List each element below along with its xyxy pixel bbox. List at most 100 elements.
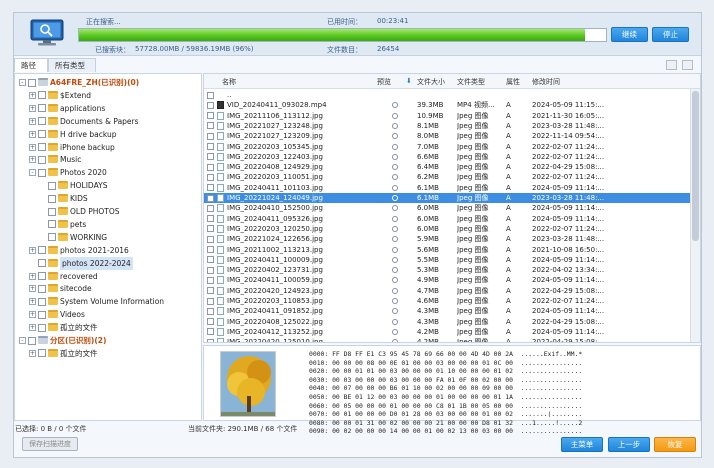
tree-checkbox[interactable] bbox=[38, 310, 46, 319]
file-checkbox[interactable] bbox=[207, 318, 214, 326]
tree-checkbox[interactable] bbox=[38, 130, 46, 139]
tree-checkbox[interactable] bbox=[38, 272, 46, 280]
tree-node[interactable]: + iPhone backup bbox=[15, 141, 201, 154]
file-row[interactable]: IMG_20240411_100009.jpg 5.5MB Jpeg 图像 A 2024… bbox=[204, 255, 690, 265]
tree-node[interactable]: + System Volume Information bbox=[15, 295, 201, 308]
expand-icon[interactable]: + bbox=[29, 311, 36, 319]
file-row[interactable]: IMG_20221024_122656.jpg 5.9MB Jpeg 图像 A 2023… bbox=[204, 234, 690, 244]
file-list-scrollbar[interactable] bbox=[690, 89, 700, 342]
file-row[interactable]: .. bbox=[204, 90, 690, 100]
expand-icon[interactable]: + bbox=[29, 272, 36, 280]
file-checkbox[interactable] bbox=[207, 153, 214, 161]
file-checkbox[interactable] bbox=[207, 225, 214, 233]
file-row[interactable]: IMG_20240412_113252.jpg 4.2MB Jpeg 图像 A 2024… bbox=[204, 327, 690, 337]
preview-magnifier-icon[interactable] bbox=[392, 339, 398, 342]
tree-checkbox[interactable] bbox=[38, 259, 46, 268]
tree-checkbox[interactable] bbox=[28, 336, 36, 345]
file-checkbox[interactable] bbox=[207, 246, 214, 253]
file-row[interactable]: IMG_20240411_100059.jpg 4.9MB Jpeg 图像 A 2024… bbox=[204, 275, 690, 285]
preview-magnifier-icon[interactable] bbox=[392, 236, 398, 243]
tree-node[interactable]: + photos 2021-2016 bbox=[15, 244, 201, 257]
tab-path[interactable]: 路径 bbox=[14, 58, 48, 72]
file-checkbox[interactable] bbox=[207, 266, 214, 274]
tree-node[interactable]: - A64FRE_ZH(已识别)(0) bbox=[15, 76, 201, 89]
file-row[interactable]: IMG_20220203_122403.jpg 6.6MB Jpeg 图像 A 2022… bbox=[204, 152, 690, 162]
back-button[interactable]: 上一步 bbox=[608, 437, 650, 452]
file-checkbox[interactable] bbox=[207, 173, 214, 181]
file-checkbox[interactable] bbox=[207, 235, 214, 243]
preview-magnifier-icon[interactable] bbox=[392, 308, 398, 315]
tree-node[interactable]: OLD PHOTOS bbox=[15, 205, 201, 218]
list-view-icon[interactable] bbox=[682, 60, 693, 70]
file-row[interactable]: VID_20240411_093028.mp4 39.3MB MP4 视频... A 2… bbox=[204, 100, 690, 110]
tree-checkbox[interactable] bbox=[28, 78, 36, 87]
preview-magnifier-icon[interactable] bbox=[392, 256, 398, 263]
file-row[interactable]: IMG_20220203_120250.jpg 6.0MB Jpeg 图像 A 2022… bbox=[204, 224, 690, 234]
tree-checkbox[interactable] bbox=[38, 323, 46, 332]
preview-magnifier-icon[interactable] bbox=[392, 153, 398, 160]
preview-magnifier-icon[interactable] bbox=[392, 267, 398, 274]
file-row[interactable]: IMG_20221027_123209.jpg 8.0MB Jpeg 图像 A 2022… bbox=[204, 131, 690, 141]
save-scan-progress-button[interactable]: 保存扫描进度 bbox=[22, 437, 78, 451]
preview-magnifier-icon[interactable] bbox=[392, 246, 398, 253]
preview-magnifier-icon[interactable] bbox=[392, 287, 398, 294]
file-checkbox[interactable] bbox=[207, 276, 214, 284]
file-row[interactable]: IMG_20220203_110051.jpg 6.2MB Jpeg 图像 A 2022… bbox=[204, 172, 690, 182]
file-checkbox[interactable] bbox=[207, 101, 214, 109]
file-checkbox[interactable] bbox=[207, 194, 214, 202]
file-row[interactable]: IMG_20220420_124923.jpg 4.7MB Jpeg 图像 A 2022… bbox=[204, 286, 690, 296]
file-checkbox[interactable] bbox=[207, 112, 214, 120]
tree-checkbox[interactable] bbox=[38, 349, 46, 358]
preview-magnifier-icon[interactable] bbox=[392, 318, 398, 325]
preview-magnifier-icon[interactable] bbox=[392, 112, 398, 119]
expand-icon[interactable]: + bbox=[29, 117, 36, 125]
preview-magnifier-icon[interactable] bbox=[392, 122, 398, 129]
preview-magnifier-icon[interactable] bbox=[392, 205, 398, 212]
file-row[interactable]: IMG_20240411_095326.jpg 6.0MB Jpeg 图像 A 2024… bbox=[204, 214, 690, 224]
tree-node[interactable]: - Photos 2020 bbox=[15, 166, 201, 179]
main-menu-button[interactable]: 主菜单 bbox=[561, 437, 603, 452]
tree-checkbox[interactable] bbox=[38, 246, 46, 255]
tree-node[interactable]: + Documents & Papers bbox=[15, 115, 201, 128]
expand-icon[interactable]: + bbox=[29, 246, 36, 254]
tree-checkbox[interactable] bbox=[38, 91, 46, 100]
file-checkbox[interactable] bbox=[207, 328, 214, 336]
recover-button[interactable]: 恢复 bbox=[654, 437, 696, 452]
col-size[interactable]: 文件大小 bbox=[417, 77, 445, 87]
file-checkbox[interactable] bbox=[207, 163, 214, 171]
collapse-icon[interactable]: - bbox=[29, 169, 36, 177]
file-checkbox[interactable] bbox=[207, 132, 214, 140]
col-name[interactable]: 名称 bbox=[222, 77, 236, 87]
col-attr[interactable]: 属性 bbox=[506, 77, 520, 87]
tree-checkbox[interactable] bbox=[48, 207, 56, 216]
tree-node[interactable]: + 孤立的文件 bbox=[15, 347, 201, 360]
file-checkbox[interactable] bbox=[207, 307, 214, 315]
file-row[interactable]: IMG_20211106_113112.jpg 10.9MB Jpeg 图像 A 202… bbox=[204, 111, 690, 121]
tree-checkbox[interactable] bbox=[48, 194, 56, 203]
tree-checkbox[interactable] bbox=[38, 297, 46, 306]
file-row[interactable]: IMG_20220408_125022.jpg 4.3MB Jpeg 图像 A 2022… bbox=[204, 317, 690, 327]
tree-checkbox[interactable] bbox=[38, 168, 46, 177]
col-mtime[interactable]: 修改时间 bbox=[532, 77, 560, 87]
preview-magnifier-icon[interactable] bbox=[392, 143, 398, 150]
tree-checkbox[interactable] bbox=[38, 143, 46, 151]
tree-checkbox[interactable] bbox=[38, 284, 46, 293]
col-type[interactable]: 文件类型 bbox=[457, 77, 485, 87]
tree-checkbox[interactable] bbox=[48, 181, 56, 190]
tree-node[interactable]: + applications bbox=[15, 102, 201, 115]
preview-magnifier-icon[interactable] bbox=[392, 195, 398, 201]
file-list-scroll-thumb[interactable] bbox=[692, 91, 699, 241]
tree-node[interactable]: + $Extend bbox=[15, 89, 201, 102]
preview-magnifier-icon[interactable] bbox=[392, 328, 398, 335]
file-checkbox[interactable] bbox=[207, 287, 214, 295]
preview-magnifier-icon[interactable] bbox=[392, 102, 398, 109]
file-checkbox[interactable] bbox=[207, 297, 214, 305]
tree-node[interactable]: KIDS bbox=[15, 192, 201, 205]
expand-icon[interactable]: + bbox=[29, 130, 36, 138]
file-row[interactable]: IMG_20240410_152500.jpg 6.0MB Jpeg 图像 A 2024… bbox=[204, 203, 690, 213]
file-row[interactable]: IMG_20240411_091852.jpg 4.3MB Jpeg 图像 A 2024… bbox=[204, 306, 690, 316]
tree-node[interactable]: photos 2022-2024 bbox=[15, 256, 201, 270]
col-preview[interactable]: 预览 bbox=[377, 77, 391, 87]
tree-node[interactable]: HOLIDAYS bbox=[15, 179, 201, 192]
collapse-icon[interactable]: - bbox=[19, 79, 26, 86]
